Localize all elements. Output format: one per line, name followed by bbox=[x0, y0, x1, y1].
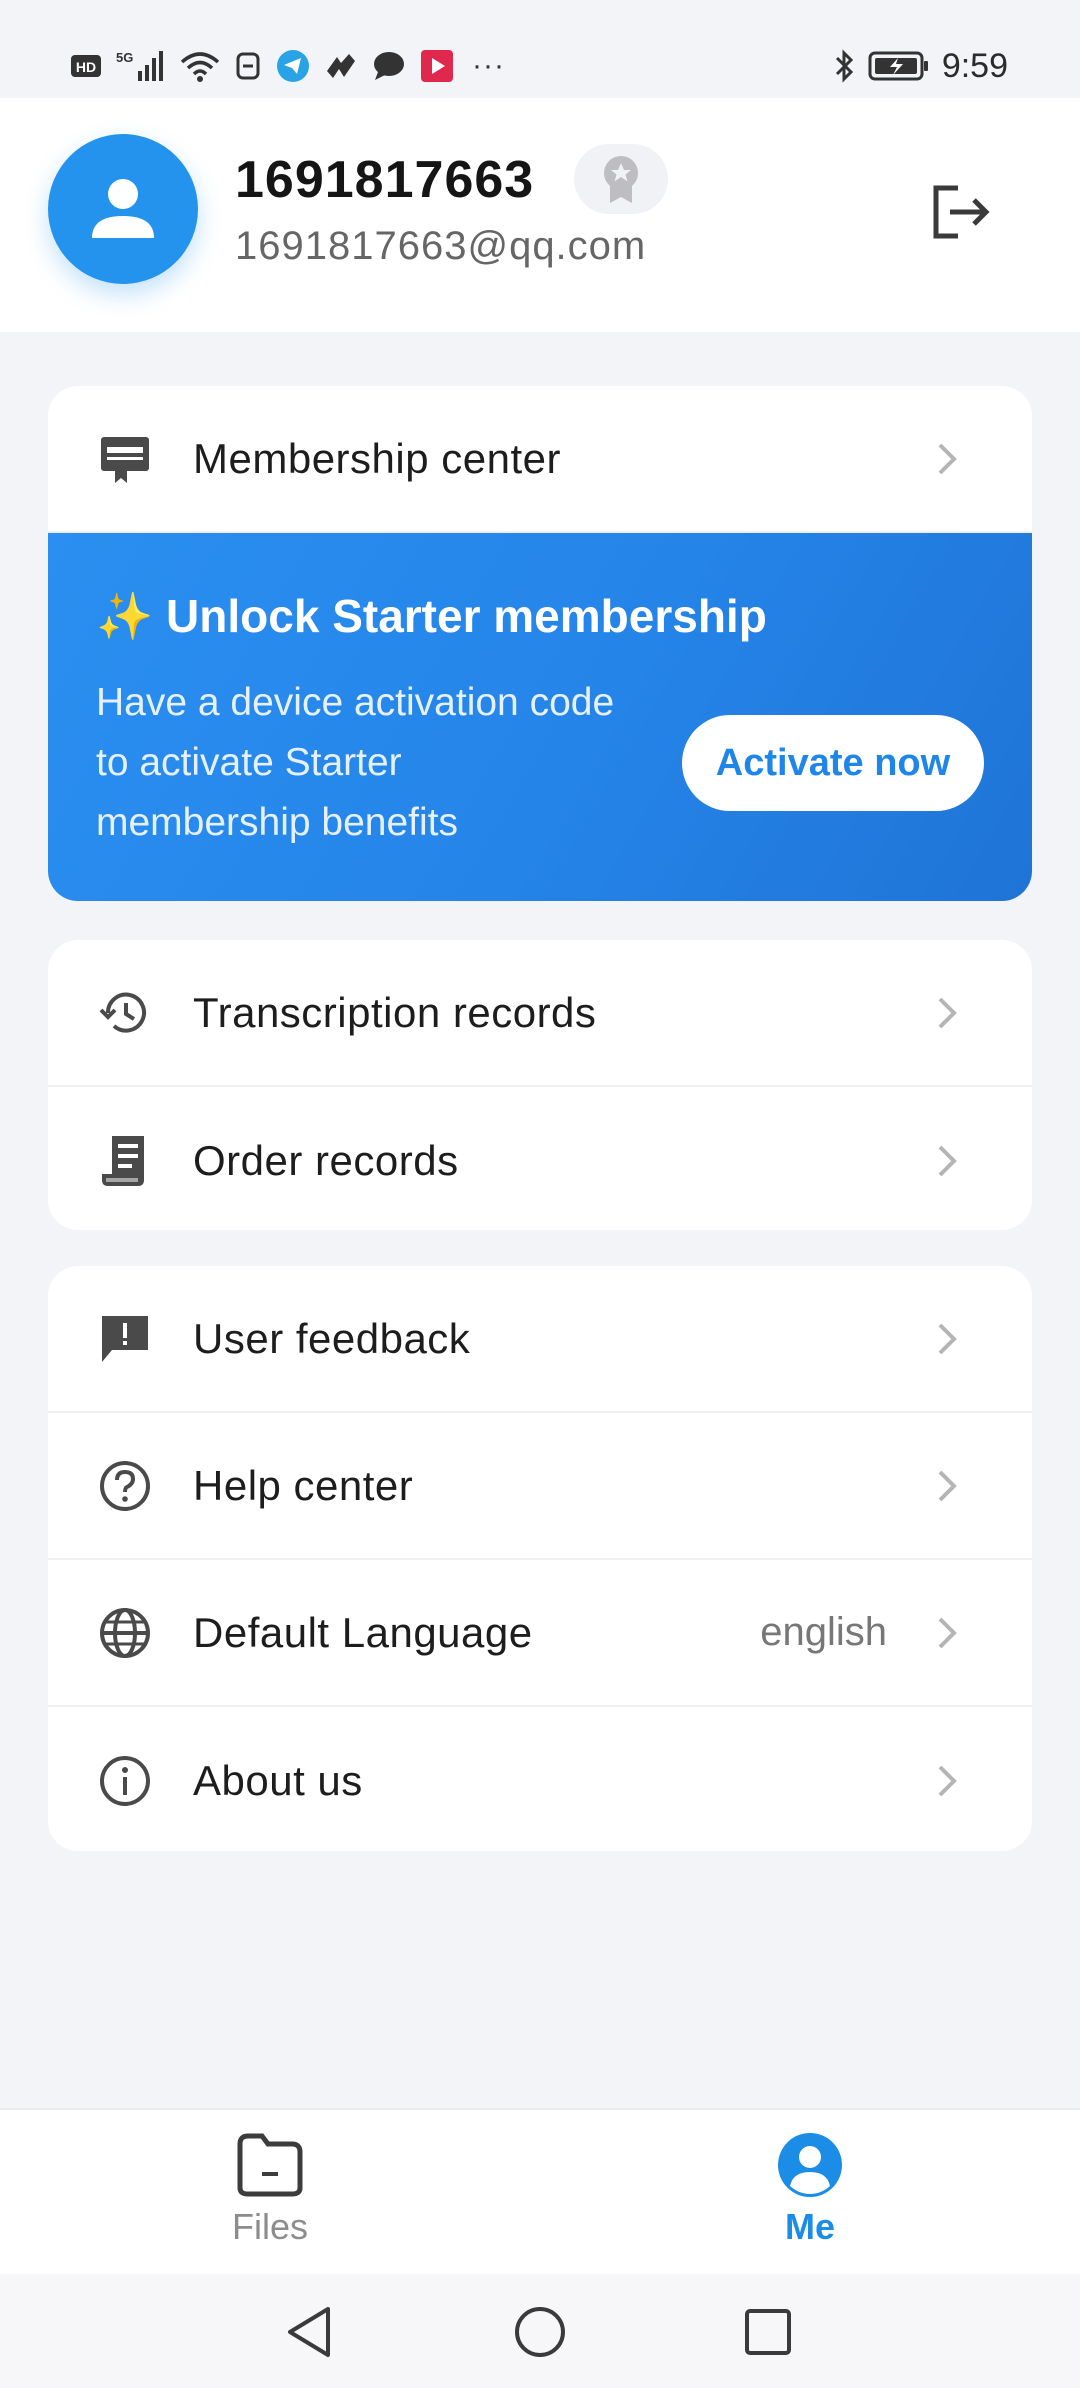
default-language-value: english bbox=[760, 1610, 887, 1654]
user-feedback-row[interactable]: User feedback bbox=[48, 1266, 1032, 1413]
tab-me[interactable]: Me bbox=[730, 2130, 890, 2260]
info-icon bbox=[98, 1754, 152, 1808]
profile-header: 1691817663 1691817663@qq.com bbox=[0, 98, 1080, 332]
chat-icon bbox=[374, 52, 404, 80]
about-us-row[interactable]: About us bbox=[48, 1707, 1032, 1851]
app-icon bbox=[236, 52, 260, 80]
records-card: Transcription records Order records bbox=[48, 940, 1032, 1230]
chevron-right-icon bbox=[932, 1613, 962, 1653]
settings-card: User feedback Help center Default Langua… bbox=[48, 1266, 1032, 1851]
battery-icon bbox=[868, 51, 928, 81]
5g-signal-icon: 5G bbox=[116, 50, 163, 81]
tab-files-label: Files bbox=[231, 2206, 308, 2247]
recents-button[interactable] bbox=[738, 2302, 798, 2362]
user-name: 1691817663 bbox=[235, 151, 535, 209]
membership-card-icon bbox=[98, 432, 152, 486]
chevron-right-icon bbox=[932, 1761, 962, 1801]
help-icon bbox=[98, 1459, 152, 1513]
promo-title: ✨ Unlock Starter membership bbox=[96, 590, 767, 642]
transcription-records-row[interactable]: Transcription records bbox=[48, 940, 1032, 1087]
app-icon bbox=[327, 54, 355, 78]
user-feedback-label: User feedback bbox=[193, 1314, 471, 1362]
clock: 9:59 bbox=[941, 46, 1008, 85]
chevron-right-icon bbox=[932, 1141, 962, 1181]
video-app-icon bbox=[421, 50, 453, 82]
more-notifications: ··· bbox=[472, 49, 505, 82]
back-button[interactable] bbox=[279, 2302, 339, 2362]
globe-icon bbox=[98, 1606, 152, 1660]
activate-now-button[interactable]: Activate now bbox=[682, 715, 984, 811]
membership-center-label: Membership center bbox=[193, 434, 561, 482]
chevron-right-icon bbox=[932, 1466, 962, 1506]
chevron-right-icon bbox=[932, 993, 962, 1033]
account-icon bbox=[778, 2133, 842, 2197]
membership-promo-banner: ✨ Unlock Starter membership Have a devic… bbox=[48, 533, 1032, 901]
folder-icon bbox=[237, 2133, 303, 2197]
status-left-icons: HD 5G ··· bbox=[70, 46, 505, 86]
receipt-icon bbox=[98, 1134, 152, 1188]
membership-badge[interactable] bbox=[574, 144, 668, 214]
avatar[interactable] bbox=[48, 134, 198, 284]
chevron-right-icon bbox=[932, 439, 962, 479]
history-icon bbox=[98, 986, 152, 1040]
help-center-label: Help center bbox=[193, 1461, 414, 1509]
wifi-icon bbox=[180, 52, 220, 82]
svg-text:5G: 5G bbox=[116, 50, 133, 65]
default-language-label: Default Language bbox=[193, 1608, 533, 1656]
svg-text:HD: HD bbox=[76, 59, 96, 75]
feedback-icon bbox=[98, 1312, 152, 1366]
promo-description: Have a device activation code to activat… bbox=[96, 681, 615, 844]
status-bar: HD 5G ··· 9:59 bbox=[0, 0, 1080, 98]
bluetooth-icon bbox=[835, 49, 853, 83]
order-records-label: Order records bbox=[193, 1136, 459, 1184]
tab-me-label: Me bbox=[784, 2206, 835, 2247]
back-triangle-icon bbox=[288, 2307, 330, 2357]
user-email: 1691817663@qq.com bbox=[235, 224, 647, 268]
status-right-icons: 9:59 bbox=[832, 46, 1008, 86]
logout-icon bbox=[933, 185, 990, 239]
medal-icon bbox=[604, 156, 638, 203]
membership-center-row[interactable]: Membership center bbox=[48, 386, 1032, 533]
bottom-navigation: Files Me bbox=[0, 2108, 1080, 2274]
order-records-row[interactable]: Order records bbox=[48, 1087, 1032, 1230]
system-navigation-bar bbox=[0, 2274, 1080, 2388]
transcription-records-label: Transcription records bbox=[193, 988, 597, 1036]
user-icon bbox=[92, 179, 154, 238]
logout-button[interactable] bbox=[924, 176, 996, 248]
telegram-icon bbox=[277, 50, 309, 82]
tab-files[interactable]: Files bbox=[190, 2130, 350, 2260]
help-center-row[interactable]: Help center bbox=[48, 1413, 1032, 1560]
default-language-row[interactable]: Default Language english bbox=[48, 1560, 1032, 1707]
hd-icon: HD bbox=[71, 55, 101, 77]
chevron-right-icon bbox=[932, 1319, 962, 1359]
home-circle-icon bbox=[515, 2307, 565, 2357]
membership-card: Membership center ✨ Unlock Starter membe… bbox=[48, 386, 1032, 901]
about-us-label: About us bbox=[193, 1756, 363, 1804]
recents-square-icon bbox=[745, 2309, 791, 2355]
home-button[interactable] bbox=[510, 2302, 570, 2362]
